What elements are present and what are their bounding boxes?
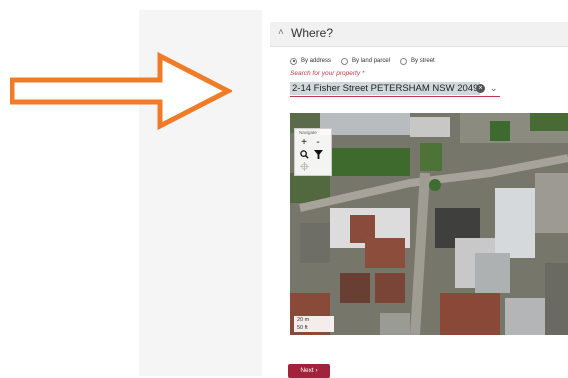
property-search-value[interactable]: 2-14 Fisher Street PETERSHAM NSW 2049 (290, 82, 481, 95)
locate-icon[interactable] (299, 162, 309, 174)
scale-metric: 20 m (297, 317, 310, 323)
map-scale: 20 m 50 ft (294, 316, 334, 332)
clear-icon[interactable]: × (476, 84, 485, 93)
where-section-header[interactable]: ˄ Where? (270, 22, 568, 47)
search-field-label: Search for your property * (290, 70, 365, 77)
next-label: Next (300, 367, 314, 374)
radio-by-land-parcel[interactable]: By land parcel (341, 57, 391, 65)
radio-button[interactable] (400, 57, 408, 65)
radio-label: By address (301, 58, 332, 64)
map-tools-label: Navigate (299, 130, 317, 135)
radio-by-street[interactable]: By street (400, 57, 435, 65)
radio-by-address[interactable]: By address (290, 57, 332, 65)
chevron-down-icon[interactable]: ⌄ (490, 83, 498, 94)
radio-button[interactable] (341, 57, 349, 65)
map-toolbar: Navigate + - (294, 128, 332, 176)
zoom-in-icon[interactable]: + (299, 138, 309, 148)
chevron-up-icon[interactable]: ˄ (278, 27, 284, 38)
search-icon[interactable] (299, 150, 309, 162)
chevron-right-icon: › (315, 367, 318, 374)
section-title: Where? (291, 26, 334, 40)
radio-button[interactable] (290, 57, 297, 65)
radio-label: By street (411, 58, 435, 64)
zoom-out-icon[interactable]: - (313, 138, 323, 148)
scale-imperial: 50 ft (297, 325, 308, 331)
filter-icon[interactable] (313, 150, 323, 162)
radio-label: By land parcel (352, 58, 391, 64)
annotation-arrow (10, 52, 232, 130)
search-type-options: By address By land parcel By street (290, 55, 441, 67)
